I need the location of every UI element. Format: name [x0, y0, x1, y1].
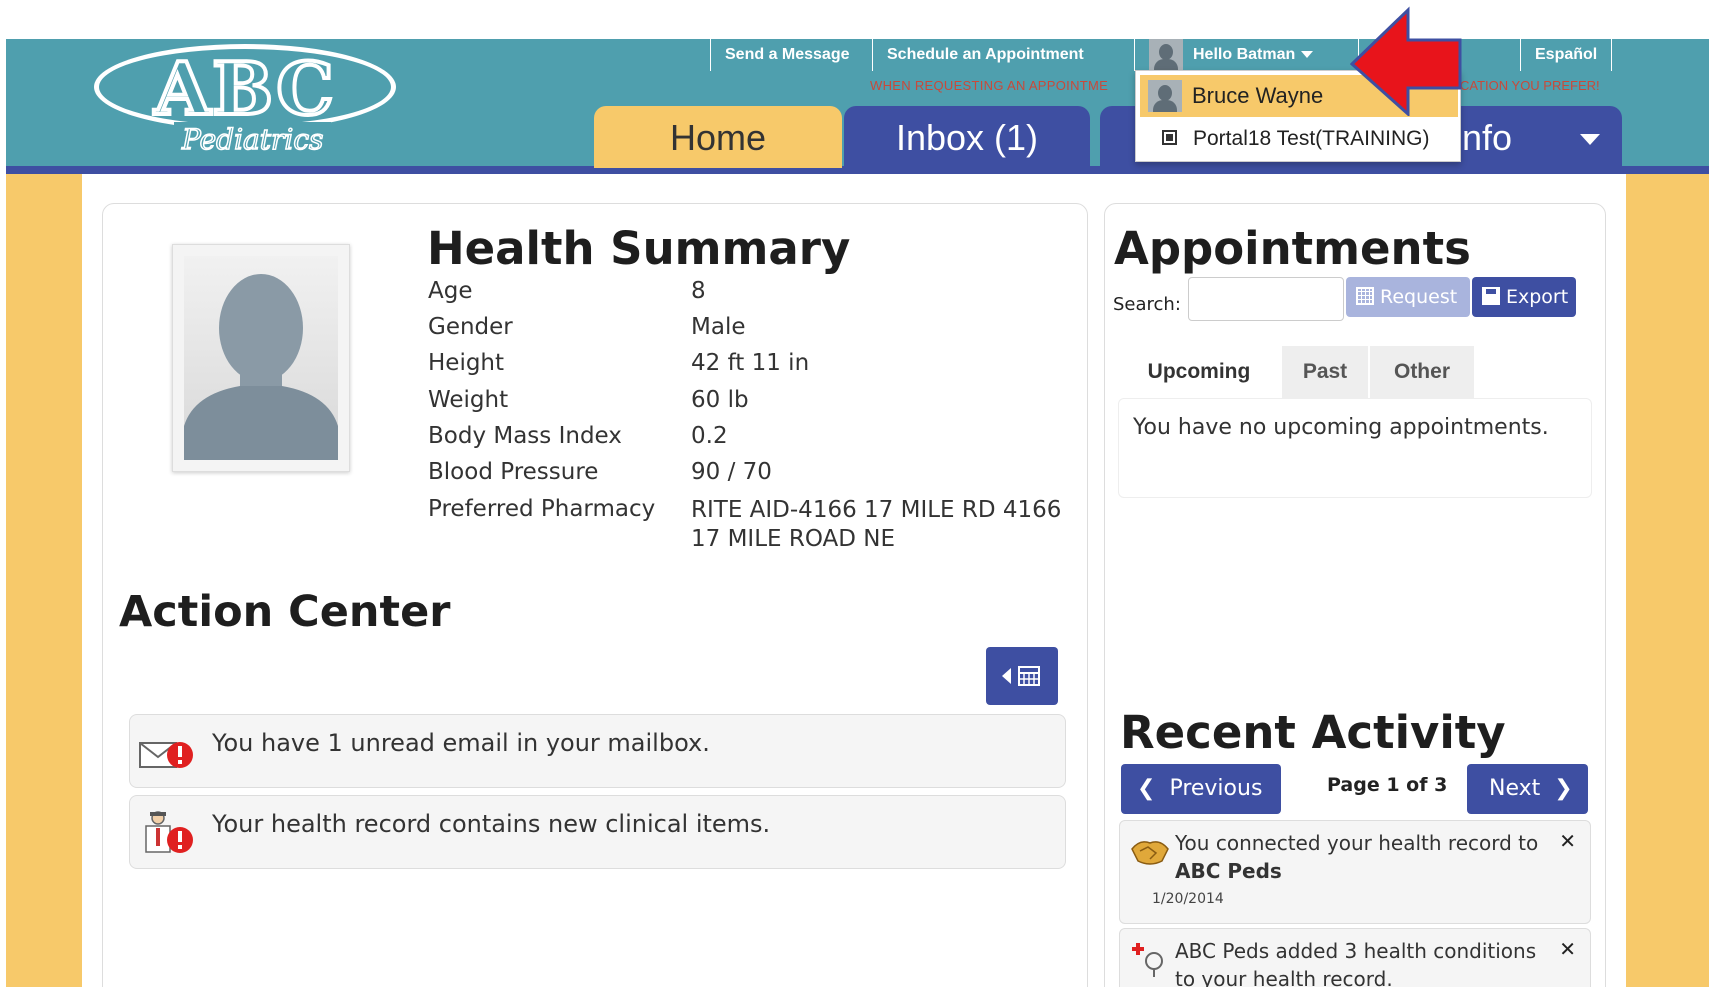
hs-row-gender: Gender Male [428, 314, 745, 340]
user-avatar-icon [1148, 80, 1182, 112]
hs-label: Blood Pressure [428, 459, 599, 485]
chevron-right-icon: ❯ [1554, 776, 1573, 801]
right-orange-margin [1626, 174, 1709, 987]
health-conditions-icon [1132, 943, 1163, 977]
health-summary-title: Health Summary [427, 222, 851, 275]
next-label: Next [1489, 776, 1541, 801]
tab-inbox[interactable]: Inbox (1) [844, 106, 1090, 168]
action-center-title: Action Center [119, 587, 451, 637]
appointments-title: Appointments [1114, 222, 1471, 275]
activity-item: You connected your health record to ABC … [1119, 820, 1591, 924]
page-indicator: Page 1 of 3 [1327, 774, 1448, 796]
hs-row-height: Height 42 ft 11 in [428, 350, 809, 376]
activity-text: ABC Peds added 3 health conditions to yo… [1175, 939, 1537, 987]
activity-item: ABC Peds added 3 health conditions to yo… [1119, 928, 1591, 987]
patient-photo [172, 244, 350, 472]
calendar-icon [1356, 286, 1374, 305]
next-page-button[interactable]: Next ❯ [1467, 764, 1588, 814]
hs-value: RITE AID-4166 17 MILE RD 4166 17 MILE RO… [691, 497, 1062, 552]
schedule-appointment-link[interactable]: Schedule an Appointment [872, 39, 1098, 71]
hs-label: Weight [428, 387, 509, 413]
activity-text: You connected your health record to ABC … [1175, 829, 1555, 885]
hello-user-label: Hello Batman [1193, 46, 1296, 63]
user-menu-toggle[interactable]: Hello Batman [1134, 39, 1327, 71]
hs-row-pharmacy: Preferred Pharmacy RITE AID-4166 17 MILE … [428, 496, 1061, 552]
appointment-hint-text: WHEN REQUESTING AN APPOINTME [870, 78, 1109, 93]
chevron-left-icon: ❮ [1137, 776, 1156, 801]
previous-label: Previous [1169, 776, 1263, 801]
chevron-down-icon [1580, 134, 1600, 145]
activity-date: 1/20/2014 [1152, 891, 1224, 907]
email-alert-icon [139, 742, 193, 768]
export-label: Export [1506, 286, 1569, 308]
dropdown-item-label: Portal18 Test(TRAINING) [1193, 127, 1430, 150]
tab-past[interactable]: Past [1282, 346, 1368, 398]
hs-value: 90 / 70 [691, 459, 772, 485]
save-icon [1482, 286, 1500, 305]
hs-value: 0.2 [691, 423, 728, 449]
tab-other[interactable]: Other [1370, 346, 1474, 398]
logo-pediatrics-text: Pediatrics [174, 122, 332, 158]
hs-label: Height [428, 350, 505, 376]
hs-value: 60 lb [691, 387, 749, 413]
doctor-alert-icon [145, 811, 193, 853]
previous-page-button[interactable]: ❮ Previous [1121, 764, 1281, 814]
tab-home[interactable]: Home [594, 106, 842, 168]
appointment-hint-text-right: CATION YOU PREFER! [1460, 78, 1600, 93]
calendar-icon [1002, 666, 1040, 686]
request-label: Request [1380, 286, 1458, 308]
hs-value: 42 ft 11 in [691, 350, 810, 376]
left-orange-margin [6, 174, 82, 987]
action-item-text: Your health record contains new clinical… [212, 810, 771, 838]
export-button[interactable]: Export [1472, 277, 1576, 317]
hs-row-weight: Weight 60 lb [428, 387, 749, 413]
chevron-down-icon [1301, 51, 1314, 59]
tab-upcoming[interactable]: Upcoming [1118, 346, 1280, 398]
user-avatar-icon [1149, 39, 1183, 71]
activity-text-main: You connected your health record to [1175, 831, 1539, 855]
hs-label: Preferred Pharmacy [428, 496, 656, 522]
recent-activity-title: Recent Activity [1120, 706, 1506, 759]
dropdown-item-portal18[interactable]: Portal18 Test(TRAINING) [1140, 119, 1458, 159]
hs-label: Gender [428, 314, 513, 340]
hs-value: Male [691, 314, 746, 340]
action-item-clinical[interactable]: Your health record contains new clinical… [129, 795, 1066, 869]
hs-row-age: Age 8 [428, 278, 706, 304]
activity-text-bold: ABC Peds [1175, 859, 1282, 883]
person-silhouette-icon [184, 274, 338, 460]
appointment-search-input[interactable] [1188, 277, 1344, 321]
hs-row-blood-pressure: Blood Pressure 90 / 70 [428, 459, 772, 485]
send-message-link[interactable]: Send a Message [710, 39, 864, 71]
handshake-icon [1131, 841, 1169, 865]
request-button[interactable]: Request [1346, 277, 1470, 317]
abc-pediatrics-logo[interactable]: ABC Pediatrics [94, 44, 396, 164]
no-appointments-message: You have no upcoming appointments. [1133, 415, 1549, 440]
calendar-toggle-button[interactable] [986, 647, 1058, 705]
espanol-link[interactable]: Español [1520, 39, 1613, 71]
hs-label: Body Mass Index [428, 423, 622, 449]
account-box-icon [1162, 130, 1177, 146]
search-label: Search: [1113, 294, 1181, 315]
hs-value: 8 [691, 278, 706, 304]
logo-abc-text: ABC [152, 44, 336, 133]
red-pointer-arrow [1350, 6, 1462, 116]
action-item-unread-email[interactable]: You have 1 unread email in your mailbox. [129, 714, 1066, 788]
close-icon[interactable]: ✕ [1559, 829, 1576, 853]
dropdown-item-label: Bruce Wayne [1192, 83, 1324, 108]
action-item-text: You have 1 unread email in your mailbox. [212, 729, 710, 757]
hs-row-bmi: Body Mass Index 0.2 [428, 423, 728, 449]
hs-label: Age [428, 278, 473, 304]
appointments-list: You have no upcoming appointments. [1118, 398, 1592, 498]
close-icon[interactable]: ✕ [1559, 937, 1576, 961]
